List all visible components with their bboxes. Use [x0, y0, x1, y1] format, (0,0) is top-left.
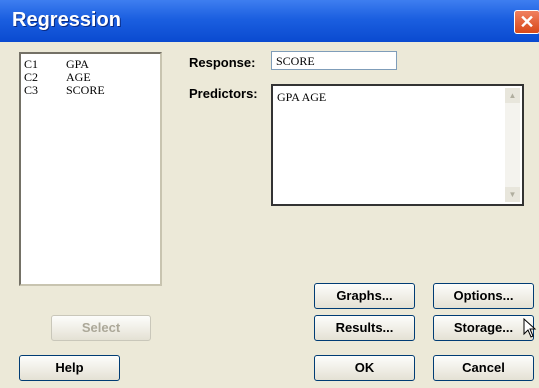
select-button[interactable]: Select [51, 315, 151, 341]
results-button[interactable]: Results... [314, 315, 415, 341]
predictors-field[interactable]: GPA AGE ▲ ▼ [271, 84, 524, 206]
scroll-down-icon[interactable]: ▼ [505, 187, 520, 202]
variable-list[interactable]: C1 GPA C2 AGE C3 SCORE [19, 52, 162, 286]
ok-button[interactable]: OK [314, 355, 415, 381]
close-button[interactable]: ✕ [514, 10, 539, 34]
help-button[interactable]: Help [19, 355, 120, 381]
predictors-scrollbar[interactable]: ▲ ▼ [505, 88, 520, 202]
storage-button[interactable]: Storage... [433, 315, 534, 341]
response-field[interactable]: SCORE [271, 51, 397, 70]
variable-row[interactable]: C3 SCORE [24, 84, 160, 97]
variable-name: SCORE [66, 83, 105, 97]
variable-row[interactable]: C1 GPA [24, 58, 160, 71]
cancel-button[interactable]: Cancel [433, 355, 534, 381]
scroll-up-icon[interactable]: ▲ [505, 88, 520, 103]
response-label: Response: [189, 55, 256, 70]
mouse-pointer-icon [523, 318, 537, 338]
window-title: Regression [12, 9, 121, 31]
graphs-button[interactable]: Graphs... [314, 283, 415, 309]
title-bar: Regression ✕ [0, 0, 539, 42]
variable-column-id: C3 [24, 83, 39, 97]
predictors-text: GPA AGE [277, 90, 327, 104]
predictors-label: Predictors: [189, 86, 258, 101]
options-button[interactable]: Options... [433, 283, 534, 309]
